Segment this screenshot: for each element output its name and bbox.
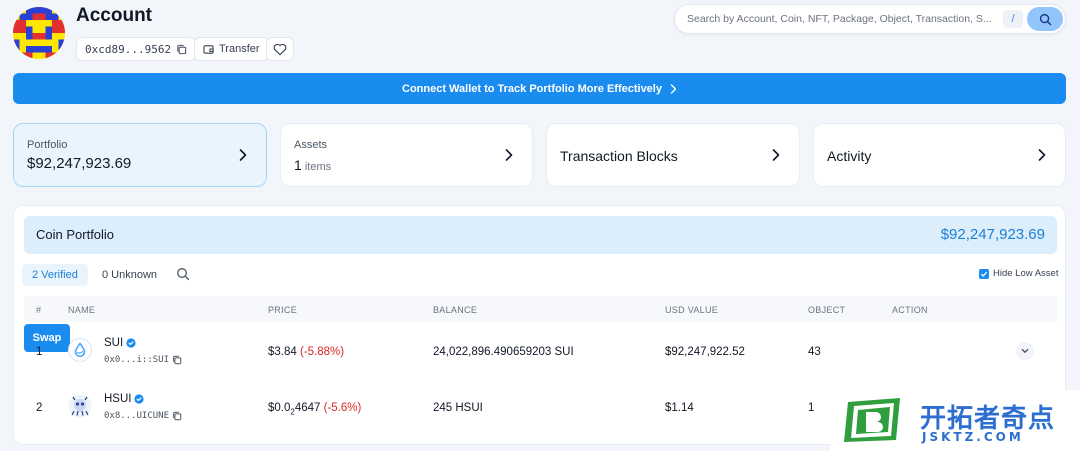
assets-count: 1: [294, 157, 302, 173]
row-index: 2: [36, 402, 43, 414]
coin-object-count[interactable]: 1: [808, 402, 814, 414]
assets-card[interactable]: Assets 1 items: [280, 123, 533, 187]
coin-name-text: HSUI: [104, 393, 132, 405]
coin-type: 0x0...i::SUI: [104, 355, 182, 365]
copy-icon[interactable]: [176, 44, 187, 55]
account-avatar: [13, 7, 65, 59]
assets-count-line: 1 items: [294, 157, 331, 173]
connect-wallet-banner[interactable]: Connect Wallet to Track Portfolio More E…: [13, 73, 1066, 104]
price-prefix: $0.0: [268, 402, 291, 414]
column-header: ACTION: [892, 305, 928, 315]
activity-label: Activity: [827, 148, 872, 164]
column-header: NAME: [68, 305, 96, 315]
page-title: Account: [76, 5, 152, 26]
verified-badge-icon: [126, 338, 136, 348]
expand-row-button[interactable]: [1016, 342, 1034, 360]
verified-badge-icon: [134, 394, 145, 404]
account-address: 0xcd89...9562: [85, 42, 172, 56]
checkbox-checked-icon[interactable]: [979, 268, 989, 279]
wallet-icon: [203, 44, 214, 54]
coin-type-text: 0x8...UICUNE: [104, 411, 170, 421]
watermark-en-text: JSKTZ.COM: [922, 430, 1024, 444]
coin-usd-value: $1.14: [665, 402, 694, 414]
banner-text: Connect Wallet to Track Portfolio More E…: [402, 82, 662, 95]
account-header: Account 0xcd89...9562 Transfer /: [0, 0, 1080, 70]
coin-price: $0.024647 (-5.6%): [268, 402, 361, 416]
assets-unit: items: [304, 161, 332, 173]
transfer-button[interactable]: Transfer: [194, 37, 269, 61]
coin-balance: 24,022,896.490659203 SUI: [433, 346, 574, 358]
assets-label: Assets: [294, 139, 328, 151]
coin-name-text: SUI: [104, 337, 124, 349]
sui-logo-icon: [68, 338, 92, 362]
watermark: 开拓者奇点 JSKTZ.COM: [830, 390, 1080, 451]
transfer-label: Transfer: [219, 43, 260, 55]
search-icon[interactable]: [176, 267, 190, 281]
chevron-right-icon: [1038, 149, 1046, 161]
search-button[interactable]: [1027, 7, 1063, 31]
global-search: /: [674, 4, 1066, 34]
coin-name[interactable]: HSUI: [104, 393, 145, 405]
coin-portfolio-title: Coin Portfolio: [36, 227, 115, 242]
coin-price: $3.84 (-5.88%): [268, 346, 344, 358]
column-header: PRICE: [268, 305, 298, 315]
activity-card[interactable]: Activity: [813, 123, 1066, 187]
tab-verified[interactable]: 2 Verified: [22, 264, 88, 286]
coin-portfolio-total: $92,247,923.69: [940, 226, 1045, 243]
chevron-right-icon: [670, 83, 677, 94]
price-value: $3.84: [268, 346, 297, 358]
portfolio-value: $92,247,923.69: [27, 155, 132, 172]
chevron-down-icon: [1021, 348, 1029, 354]
portfolio-label: Portfolio: [27, 139, 68, 151]
hide-low-asset-toggle[interactable]: Hide Low Asset: [979, 268, 1058, 279]
portfolio-card[interactable]: Portfolio $92,247,923.69: [13, 123, 267, 187]
favorite-button[interactable]: [266, 37, 294, 61]
hide-low-asset-label: Hide Low Asset: [993, 268, 1059, 279]
transaction-blocks-label: Transaction Blocks: [560, 148, 678, 164]
coin-balance: 245 HSUI: [433, 402, 483, 414]
chevron-right-icon: [505, 149, 513, 161]
search-input[interactable]: [687, 5, 997, 33]
coin-name[interactable]: SUI: [104, 337, 136, 349]
column-header: #: [36, 305, 42, 315]
watermark-logo-icon: [844, 398, 900, 442]
transaction-blocks-card[interactable]: Transaction Blocks: [546, 123, 800, 187]
swap-button[interactable]: Swap: [24, 324, 70, 352]
price-change: (-5.6%): [323, 402, 362, 414]
price-change: (-5.88%): [299, 346, 345, 358]
coin-type-text: 0x0...i::SUI: [104, 355, 170, 365]
column-header: BALANCE: [433, 305, 478, 315]
column-header: OBJECT: [808, 305, 846, 315]
coin-object-count[interactable]: 43: [808, 346, 821, 358]
tab-unknown[interactable]: 0 Unknown: [92, 264, 167, 286]
chevron-right-icon: [772, 149, 780, 161]
coin-type: 0x8...UICUNE: [104, 411, 182, 421]
chevron-right-icon: [239, 149, 247, 161]
column-header: USD VALUE: [665, 305, 719, 315]
price-digits: 4647: [294, 402, 321, 414]
hsui-logo-icon: [68, 394, 92, 418]
coin-usd-value: $92,247,922.52: [665, 346, 745, 358]
coin-table-header: # NAME PRICE BALANCE USD VALUE OBJECT AC…: [24, 296, 1057, 322]
search-icon: [1039, 13, 1051, 25]
coin-portfolio-header: Coin Portfolio $92,247,923.69: [24, 216, 1057, 254]
heart-icon: [273, 43, 287, 55]
table-row[interactable]: 1 SUI 0x0...i::SUI $3.84 (-5.88%) 24,022…: [24, 324, 1057, 380]
address-chip[interactable]: 0xcd89...9562: [76, 37, 197, 61]
copy-icon[interactable]: [172, 411, 182, 421]
copy-icon[interactable]: [172, 355, 182, 365]
search-shortcut-key: /: [1003, 10, 1023, 28]
row-index: 1: [36, 346, 43, 358]
